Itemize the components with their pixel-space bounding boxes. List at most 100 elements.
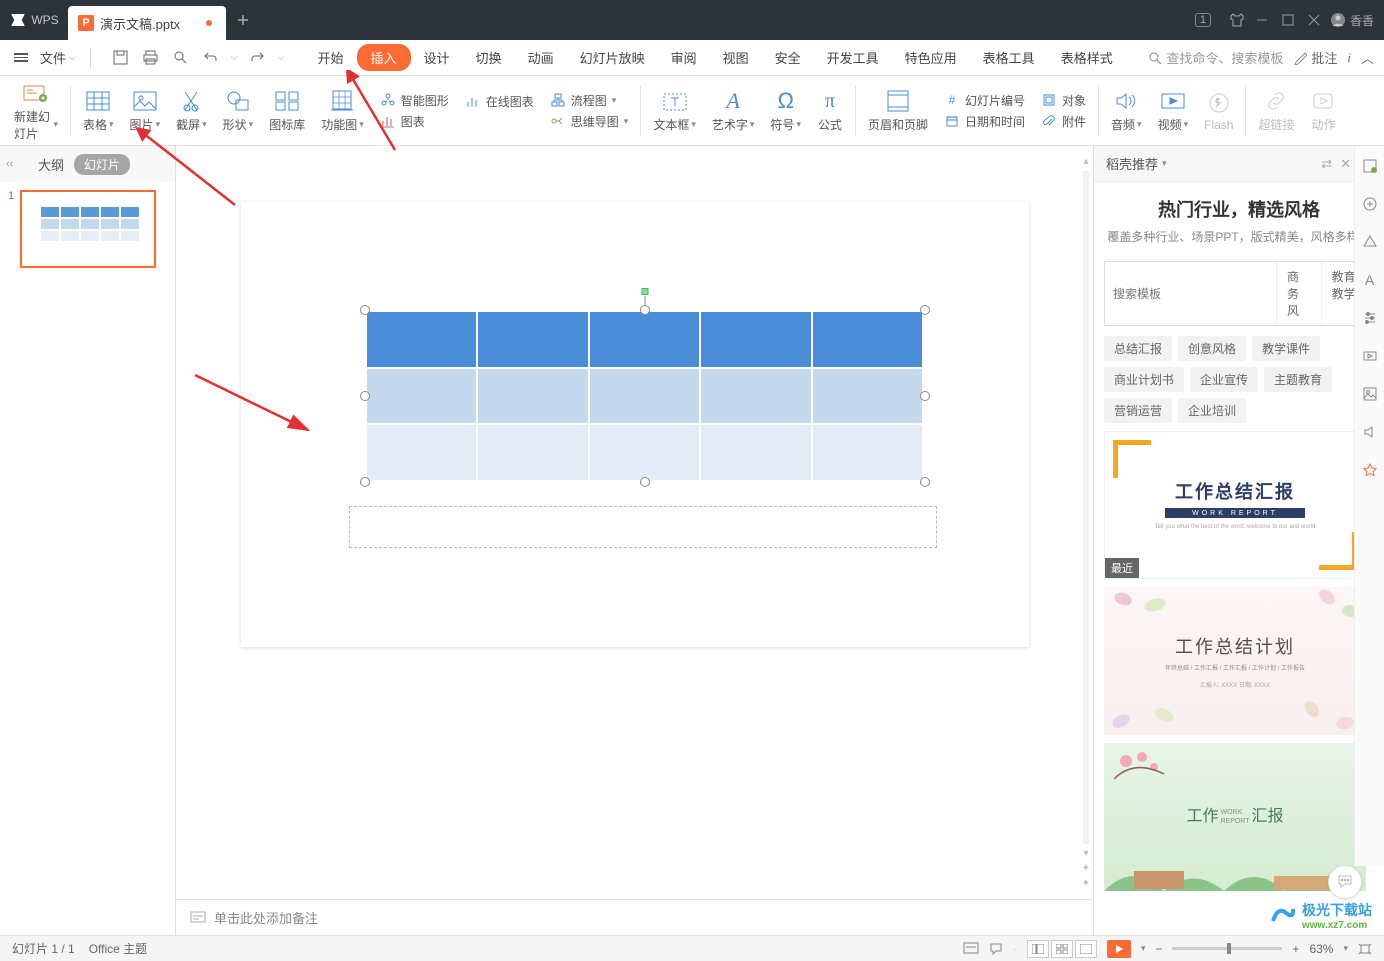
- undo-icon[interactable]: [201, 50, 221, 65]
- ribbon-tab-0[interactable]: 开始: [305, 43, 357, 72]
- ribbon-tab-3[interactable]: 切换: [463, 43, 515, 72]
- template-card-3[interactable]: 工作 WORKREPORT 汇报: [1104, 743, 1366, 891]
- icon-library-button[interactable]: 图标库: [261, 76, 313, 145]
- screenshot-button[interactable]: 截屏▾: [168, 76, 215, 145]
- segment-business[interactable]: 商务风: [1276, 262, 1321, 325]
- resize-handle-br[interactable]: [920, 477, 930, 487]
- inserted-table[interactable]: [365, 310, 925, 482]
- resize-handle-tc[interactable]: [640, 305, 650, 315]
- tool-new-icon[interactable]: [1360, 156, 1380, 176]
- audio-button[interactable]: 音频▾: [1103, 76, 1150, 145]
- ribbon-tab-4[interactable]: 动画: [515, 43, 567, 72]
- maximize-button[interactable]: [1282, 14, 1294, 26]
- zoom-slider[interactable]: [1172, 947, 1282, 950]
- online-chart-button[interactable]: 在线图表: [465, 93, 534, 110]
- symbol-button[interactable]: Ω 符号▾: [762, 76, 809, 145]
- shapes-button[interactable]: 形状▾: [215, 76, 262, 145]
- tool-shape-icon[interactable]: [1360, 232, 1380, 252]
- smart-graphic-button[interactable]: 智能图形: [380, 92, 449, 109]
- ribbon-tab-10[interactable]: 特色应用: [892, 43, 970, 72]
- normal-view-button[interactable]: [1027, 940, 1049, 958]
- print-icon[interactable]: [141, 50, 161, 65]
- ribbon-tab-8[interactable]: 安全: [762, 43, 814, 72]
- mindmap-button[interactable]: 思维导图▾: [550, 113, 629, 130]
- fit-view-button[interactable]: [1358, 943, 1372, 955]
- template-tag[interactable]: 总结汇报: [1104, 336, 1172, 361]
- ribbon-tab-7[interactable]: 视图: [710, 43, 762, 72]
- skin-icon[interactable]: [1222, 5, 1252, 35]
- resize-handle-ml[interactable]: [360, 391, 370, 401]
- file-menu[interactable]: 文件⌵: [36, 46, 80, 69]
- panel-settings-icon[interactable]: ⇄: [1321, 156, 1332, 172]
- resize-handle-tl[interactable]: [360, 305, 370, 315]
- tool-audio-icon[interactable]: [1360, 422, 1380, 442]
- minimize-button[interactable]: [1256, 14, 1268, 26]
- header-footer-button[interactable]: 页眉和页脚: [860, 76, 936, 145]
- zoom-in-button[interactable]: +: [1292, 942, 1299, 956]
- template-card-2[interactable]: 工作总结计划 年终总结 / 工作汇报 / 工作汇报 / 工作计划 / 工作报告 …: [1104, 587, 1366, 735]
- slide-number-button[interactable]: #幻灯片编号: [944, 92, 1025, 109]
- vertical-scrollbar[interactable]: ▴▾✦✦: [1081, 156, 1091, 889]
- slide-thumbnail-1[interactable]: 1: [8, 190, 167, 268]
- picture-button[interactable]: 图片▾: [122, 76, 169, 145]
- outline-tab[interactable]: 大纲: [38, 155, 64, 174]
- new-slide-button[interactable]: 新建幻灯片▾: [6, 76, 66, 145]
- wps-home-button[interactable]: WPS: [0, 0, 68, 40]
- ribbon-tab-5[interactable]: 幻灯片放映: [567, 43, 658, 72]
- template-tag[interactable]: 教学课件: [1252, 336, 1320, 361]
- ribbon-tab-11[interactable]: 表格工具: [970, 43, 1048, 72]
- template-tag[interactable]: 主题教育: [1264, 367, 1332, 392]
- date-time-button[interactable]: 日期和时间: [944, 113, 1025, 130]
- tool-animate-icon[interactable]: [1360, 346, 1380, 366]
- user-avatar[interactable]: 香香: [1330, 5, 1374, 35]
- tool-text-icon[interactable]: A: [1360, 270, 1380, 290]
- template-search-input[interactable]: [1105, 262, 1276, 325]
- attachment-button[interactable]: 附件: [1041, 113, 1086, 130]
- sorter-view-button[interactable]: [1051, 940, 1073, 958]
- wordart-button[interactable]: A 艺术字▾: [704, 76, 763, 145]
- print-preview-icon[interactable]: [171, 50, 191, 65]
- help-icon[interactable]: i: [1347, 50, 1351, 66]
- ribbon-tab-12[interactable]: 表格样式: [1048, 43, 1126, 72]
- undo-dropdown[interactable]: ⌵: [231, 52, 238, 63]
- close-button[interactable]: [1308, 14, 1320, 26]
- object-button[interactable]: 对象: [1041, 92, 1086, 109]
- slides-tab[interactable]: 幻灯片: [74, 154, 130, 175]
- tool-image-icon[interactable]: [1360, 384, 1380, 404]
- new-tab-button[interactable]: [226, 0, 260, 40]
- resize-handle-bc[interactable]: [640, 477, 650, 487]
- redo-icon[interactable]: [248, 50, 268, 65]
- ribbon-tab-1[interactable]: 插入: [357, 44, 411, 71]
- slide[interactable]: [241, 202, 1029, 647]
- template-search[interactable]: 商务风 教育教学: [1104, 261, 1374, 326]
- save-icon[interactable]: [111, 50, 131, 65]
- notes-pane[interactable]: 单击此处添加备注: [176, 899, 1093, 935]
- zoom-level[interactable]: 63%: [1309, 942, 1333, 956]
- document-tab[interactable]: P 演示文稿.pptx: [68, 6, 226, 40]
- template-tag[interactable]: 企业培训: [1178, 398, 1246, 423]
- template-tag[interactable]: 创意风格: [1178, 336, 1246, 361]
- tool-templates-icon[interactable]: [1360, 460, 1380, 480]
- equation-button[interactable]: π 公式: [809, 76, 851, 145]
- tool-adjust-icon[interactable]: [1360, 308, 1380, 328]
- comments-toggle-icon[interactable]: [989, 942, 1003, 956]
- table-button[interactable]: 表格▾: [75, 76, 122, 145]
- resize-handle-mr[interactable]: [920, 391, 930, 401]
- zoom-out-button[interactable]: −: [1155, 942, 1162, 956]
- function-chart-button[interactable]: 功能图▾: [313, 76, 372, 145]
- hamburger-menu[interactable]: [10, 51, 32, 64]
- collapse-ribbon-icon[interactable]: ︿: [1361, 48, 1374, 67]
- template-tag[interactable]: 企业宣传: [1190, 367, 1258, 392]
- notification-badge[interactable]: 1: [1188, 5, 1218, 35]
- qat-more[interactable]: ⌵: [278, 52, 285, 63]
- rotation-handle[interactable]: [641, 288, 648, 295]
- ribbon-tab-6[interactable]: 审阅: [658, 43, 710, 72]
- chat-bubble-icon[interactable]: [1328, 865, 1362, 899]
- template-card-1[interactable]: 工作总结汇报 WORK REPORT Tell you what the bes…: [1104, 431, 1366, 579]
- comment-button[interactable]: 批注: [1293, 48, 1337, 67]
- template-tag[interactable]: 营销运营: [1104, 398, 1172, 423]
- ribbon-tab-2[interactable]: 设计: [411, 43, 463, 72]
- resize-handle-tr[interactable]: [920, 305, 930, 315]
- chart-button[interactable]: 图表: [380, 113, 449, 130]
- notes-toggle-icon[interactable]: [963, 942, 979, 956]
